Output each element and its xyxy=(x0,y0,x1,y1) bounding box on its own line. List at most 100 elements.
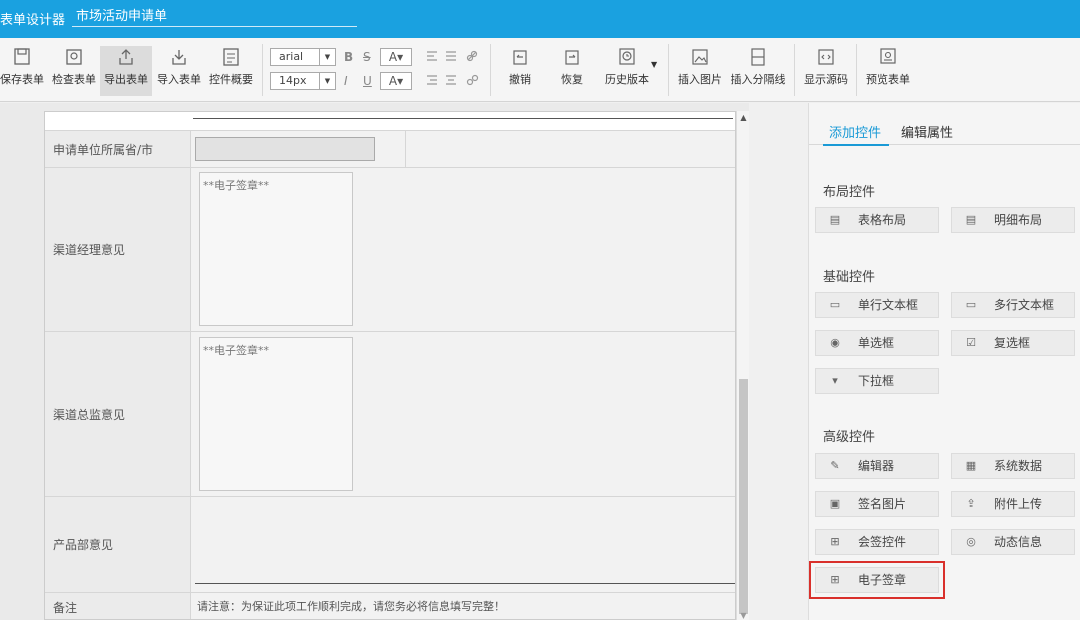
align-justify-icon xyxy=(446,75,456,85)
app-title: 表单设计器 xyxy=(0,13,66,28)
insert-image-button[interactable]: 插入图片 xyxy=(676,46,724,96)
scroll-up-arrow-icon[interactable]: ▲ xyxy=(737,113,750,122)
align-icons-row-top[interactable] xyxy=(426,50,482,64)
tab-edit-properties[interactable]: 编辑属性 xyxy=(901,122,953,141)
redo-label: 恢复 xyxy=(561,73,583,86)
control-countersign[interactable]: ⊞ 会签控件 xyxy=(815,529,939,555)
editor-icon: ✎ xyxy=(830,459,840,472)
font-family-select[interactable]: arial ▼ xyxy=(270,48,336,66)
control-multi-line-text[interactable]: ▭ 多行文本框 xyxy=(951,292,1075,318)
preview-eye-icon xyxy=(880,48,896,64)
control-checkbox[interactable]: ☑ 复选框 xyxy=(951,330,1075,356)
electronic-seal-field[interactable]: **电子签章** xyxy=(199,337,353,491)
redo-icon xyxy=(565,50,579,65)
italic-button[interactable]: I xyxy=(344,74,348,88)
tab-add-controls[interactable]: 添加控件 xyxy=(829,122,881,141)
undo-button[interactable]: 撤销 xyxy=(500,46,540,96)
font-size-select[interactable]: 14px ▼ xyxy=(270,72,336,90)
electronic-seal-icon: ⊞ xyxy=(830,573,840,586)
control-table-layout[interactable]: ▤ 表格布局 xyxy=(815,207,939,233)
redo-button[interactable]: 恢复 xyxy=(552,46,592,96)
control-label: 多行文本框 xyxy=(994,298,1055,312)
toolbar-separator xyxy=(794,44,795,96)
remarks-note: 请注意：为保证此项工作顺利完成，请您务必将信息填写完整！ xyxy=(191,593,735,619)
control-overview-icon xyxy=(223,48,239,66)
chevron-down-icon: ▼ xyxy=(319,73,335,89)
text-input-icon: ▭ xyxy=(829,298,841,311)
control-single-line-text[interactable]: ▭ 单行文本框 xyxy=(815,292,939,318)
control-electronic-seal[interactable]: ⊞ 电子签章 xyxy=(809,561,945,599)
scroll-down-arrow-icon[interactable]: ▼ xyxy=(737,611,750,620)
background-color-button[interactable]: A▾ xyxy=(380,72,412,90)
row-value-cell[interactable] xyxy=(191,497,735,592)
toolbar-separator xyxy=(262,44,263,96)
control-label: 电子签章 xyxy=(858,573,907,587)
province-select-field[interactable] xyxy=(195,137,375,161)
scrollbar-thumb[interactable] xyxy=(739,379,748,614)
row-value-cell: **电子签章** xyxy=(191,168,735,331)
form-row-product-dept: 产品部意见 xyxy=(45,497,735,593)
row-label: 渠道经理意见 xyxy=(45,168,191,331)
control-label: 会签控件 xyxy=(858,535,907,549)
history-version-label: 历史版本 xyxy=(605,73,649,86)
import-form-button[interactable]: 导入表单 xyxy=(154,46,204,96)
check-form-label: 检查表单 xyxy=(52,73,96,86)
font-color-button[interactable]: A▾ xyxy=(380,48,412,66)
check-form-button[interactable]: 检查表单 xyxy=(50,46,98,96)
control-detail-layout[interactable]: ▤ 明细布局 xyxy=(951,207,1075,233)
align-icons-row-bottom[interactable] xyxy=(426,74,482,88)
control-overview-label: 控件概要 xyxy=(209,73,253,86)
insert-divider-label: 插入分隔线 xyxy=(730,73,786,86)
save-form-button[interactable]: 保存表单 xyxy=(0,46,44,96)
strikethrough-button[interactable]: S xyxy=(363,50,371,64)
control-label: 复选框 xyxy=(994,336,1031,350)
show-source-button[interactable]: 显示源码 xyxy=(802,46,850,96)
align-right-icon xyxy=(427,75,437,85)
row-value-cell: **电子签章** xyxy=(191,332,735,496)
export-form-button[interactable]: 导出表单 xyxy=(100,46,152,96)
form-row-remarks: 备注 请注意：为保证此项工作顺利完成，请您务必将信息填写完整！ xyxy=(45,593,735,619)
underline-button[interactable]: U xyxy=(363,74,372,88)
control-label: 表格布局 xyxy=(858,213,907,227)
vertical-scrollbar[interactable]: ▲ ▼ xyxy=(736,111,749,620)
control-panel: 添加控件 编辑属性 布局控件 ▤ 表格布局 ▤ 明细布局 基础控件 ▭ 单行文本框 ▭… xyxy=(808,103,1080,620)
control-dynamic-info[interactable]: ◎ 动态信息 xyxy=(951,529,1075,555)
control-system-data[interactable]: ▦ 系统数据 xyxy=(951,453,1075,479)
source-code-icon xyxy=(818,49,834,65)
align-left-icon xyxy=(427,51,437,61)
insert-divider-button[interactable]: 插入分隔线 xyxy=(728,46,788,96)
history-version-button[interactable]: 历史版本 xyxy=(602,46,652,96)
insert-image-label: 插入图片 xyxy=(678,73,722,86)
divider-line xyxy=(193,118,733,119)
undo-label: 撤销 xyxy=(509,73,531,86)
design-canvas: 申请单位所属省/市 渠道经理意见 **电子签章** 渠道总监意见 **电子签章*… xyxy=(0,103,749,620)
detail-layout-icon: ▤ xyxy=(965,213,977,226)
basic-controls-title: 基础控件 xyxy=(823,270,876,285)
preview-form-button[interactable]: 预览表单 xyxy=(862,46,914,96)
link-icon xyxy=(466,50,478,62)
preview-form-label: 预览表单 xyxy=(866,73,910,86)
bold-button[interactable]: B xyxy=(344,50,353,64)
control-dropdown[interactable]: ▾ 下拉框 xyxy=(815,368,939,394)
control-radio[interactable]: ◉ 单选框 xyxy=(815,330,939,356)
checkbox-icon: ☑ xyxy=(966,336,976,349)
form-preview: 申请单位所属省/市 渠道经理意见 **电子签章** 渠道总监意见 **电子签章*… xyxy=(44,111,736,620)
show-source-label: 显示源码 xyxy=(804,73,848,86)
font-size-value: 14px xyxy=(279,74,307,87)
system-data-icon: ▦ xyxy=(965,459,977,472)
divider-icon xyxy=(751,48,765,66)
active-tab-indicator xyxy=(823,144,889,146)
row-label: 渠道总监意见 xyxy=(45,332,191,496)
control-editor[interactable]: ✎ 编辑器 xyxy=(815,453,939,479)
control-label: 明细布局 xyxy=(994,213,1043,227)
history-chevron-down-icon[interactable]: ▼ xyxy=(651,60,657,69)
control-signature-image[interactable]: ▣ 签名图片 xyxy=(815,491,939,517)
control-overview-button[interactable]: 控件概要 xyxy=(206,46,256,96)
unlink-icon xyxy=(466,74,479,86)
background-color-label: A xyxy=(388,74,398,88)
table-layout-icon: ▤ xyxy=(829,213,841,226)
document-tab[interactable]: 市场活动申请单 xyxy=(76,5,167,24)
divider-line xyxy=(195,583,735,584)
electronic-seal-field[interactable]: **电子签章** xyxy=(199,172,353,326)
control-attachment-upload[interactable]: ⇪ 附件上传 xyxy=(951,491,1075,517)
